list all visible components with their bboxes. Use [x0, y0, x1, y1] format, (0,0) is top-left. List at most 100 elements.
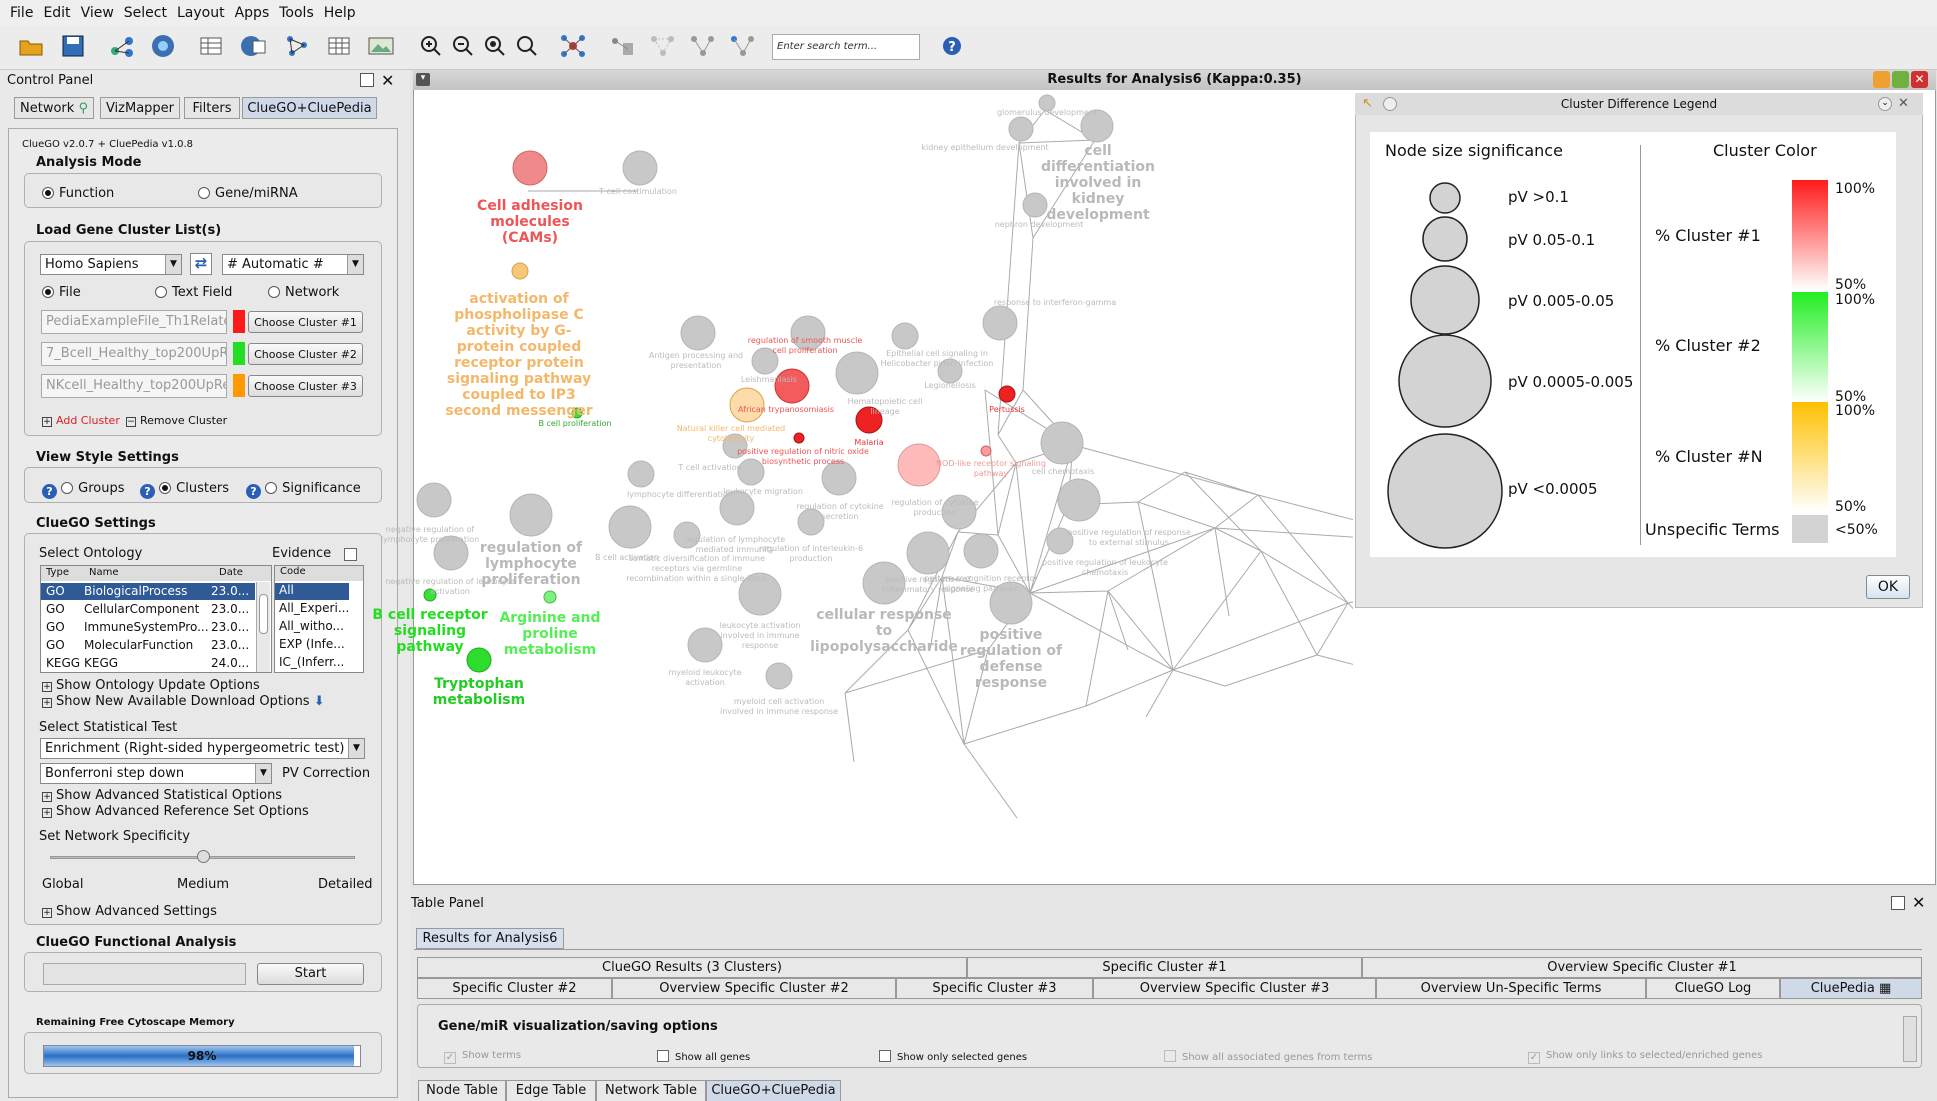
info-icon[interactable]: ? [42, 484, 57, 499]
tab-overview-cluster-2[interactable]: Overview Specific Cluster #2 [612, 978, 896, 999]
tab-overview-cluster-3[interactable]: Overview Specific Cluster #3 [1093, 978, 1376, 999]
start-button[interactable]: Start [257, 963, 364, 985]
network-menu-icon[interactable]: ▾ [416, 73, 430, 86]
cluster-file-2[interactable]: 7_Bcell_Healthy_top200UpReg [41, 342, 227, 366]
significance-radio[interactable]: ? Significance [246, 481, 361, 499]
source-network-radio[interactable]: Network [268, 285, 339, 300]
evidence-code-row[interactable]: All [275, 583, 349, 600]
evidence-checkbox[interactable] [344, 548, 357, 561]
tab-node-table[interactable]: Node Table [418, 1080, 506, 1101]
source-file-radio[interactable]: File [42, 285, 81, 300]
tab-cluego-log[interactable]: ClueGO Log [1646, 978, 1780, 999]
zoom-fit-icon[interactable] [480, 31, 510, 61]
first-neighbors-icon[interactable] [688, 31, 718, 61]
choose-cluster-2-button[interactable]: Choose Cluster #2 [248, 343, 363, 365]
close-window-icon[interactable]: ✕ [1911, 71, 1928, 88]
info-icon[interactable]: ? [140, 484, 155, 499]
tab-specific-cluster-1[interactable]: Specific Cluster #1 [967, 957, 1362, 978]
show-icon[interactable] [648, 31, 678, 61]
lymph-prolif-node[interactable] [509, 493, 553, 537]
menu-help[interactable]: Help [324, 5, 356, 21]
tab-cluego-cluepedia[interactable]: ClueGO+CluePedia [706, 1080, 841, 1101]
pertussis-node[interactable] [998, 385, 1016, 403]
hematopoietic-node[interactable] [835, 351, 879, 395]
search-input[interactable]: Enter search term... [772, 34, 920, 60]
evidence-code-row[interactable]: IC_(Inferr... [275, 655, 349, 672]
function-radio[interactable]: Function [42, 186, 114, 201]
menu-edit[interactable]: Edit [43, 5, 70, 21]
pin-icon[interactable]: ↖ [1362, 96, 1373, 111]
import-network-file-icon[interactable] [108, 31, 138, 61]
close-table-icon[interactable]: ✕ [1912, 893, 1925, 912]
refresh-icon[interactable]: ⇄ [190, 253, 212, 275]
ifng-node[interactable] [982, 305, 1018, 341]
groups-radio[interactable]: ? Groups [42, 481, 125, 499]
show-links-option[interactable]: ✓ Show only links to selected/enriched ge… [1528, 1050, 1762, 1064]
correction-select[interactable]: Bonferroni step down ▼ [40, 763, 272, 784]
show-associated-genes-option[interactable]: Show all associated genes from terms [1164, 1050, 1372, 1063]
tab-overview-unspecific[interactable]: Overview Un-Specific Terms [1376, 978, 1646, 999]
cluster-mode-select[interactable]: # Automatic # ▼ [222, 254, 364, 275]
maximize-icon[interactable] [1892, 71, 1909, 88]
helicobacter-node[interactable] [891, 322, 919, 350]
image-icon[interactable] [366, 31, 396, 61]
import-table-icon[interactable] [196, 31, 226, 61]
open-icon[interactable] [16, 31, 46, 61]
float-panel-icon[interactable] [360, 73, 374, 87]
remove-cluster-button[interactable]: − Remove Cluster [126, 414, 227, 427]
resp-stim-node[interactable] [1057, 478, 1101, 522]
ontology-row[interactable]: GO MolecularFunction 23.0... [41, 637, 255, 654]
myeloid-cell-node[interactable] [765, 662, 793, 690]
menu-file[interactable]: File [10, 5, 33, 21]
ontology-row[interactable]: GO ImmuneSystemPro... 23.0... [41, 619, 255, 636]
choose-cluster-1-button[interactable]: Choose Cluster #1 [248, 311, 363, 333]
antigen-node[interactable] [680, 315, 716, 351]
tab-specific-cluster-2[interactable]: Specific Cluster #2 [417, 978, 612, 999]
zoom-out-icon[interactable] [448, 31, 478, 61]
lymph-diff-node[interactable] [627, 460, 655, 488]
hide-icon[interactable] [608, 31, 638, 61]
nodlike-small-node[interactable] [980, 445, 992, 457]
import-network-db-icon[interactable] [148, 31, 178, 61]
tab-network-table[interactable]: Network Table [596, 1080, 706, 1101]
tab-specific-cluster-3[interactable]: Specific Cluster #3 [896, 978, 1093, 999]
float-table-icon[interactable] [1891, 896, 1905, 910]
ontology-row[interactable]: GO BiologicalProcess 23.0... [41, 583, 255, 600]
tab-filters[interactable]: Filters [184, 97, 240, 119]
organism-select[interactable]: Homo Sapiens ▼ [40, 254, 182, 275]
tab-cluepedia[interactable]: CluePedia ▦ [1780, 978, 1922, 999]
bcell-act-node[interactable] [608, 505, 652, 549]
show-adv-settings[interactable]: + Show Advanced Settings [42, 904, 217, 919]
ok-button[interactable]: OK [1866, 575, 1910, 599]
results-tab[interactable]: Results for Analysis6 [416, 928, 564, 949]
tab-cluego[interactable]: ClueGO+CluePedia [242, 97, 377, 119]
import-table-db-icon[interactable] [238, 31, 268, 61]
cams-node[interactable] [512, 150, 548, 186]
options-scrollbar[interactable] [1903, 1016, 1917, 1062]
neg-lymph-node[interactable] [416, 482, 452, 518]
evidence-code-row[interactable]: EXP (Infe... [275, 637, 349, 654]
minimize-icon[interactable] [1873, 71, 1890, 88]
show-adv-stat[interactable]: + Show Advanced Statistical Options [42, 788, 282, 803]
show-terms-option[interactable]: ✓ Show terms [444, 1050, 521, 1064]
clusters-radio[interactable]: ? Clusters [140, 481, 229, 499]
zoom-selected-icon[interactable] [512, 31, 542, 61]
ontology-row[interactable]: GO CellularComponent 23.0... [41, 601, 255, 618]
layout-icon[interactable] [558, 31, 588, 61]
tab-network[interactable]: Network ⚲ [14, 97, 94, 119]
cluster-file-1[interactable]: PediaExampleFile_Th1Related [41, 310, 227, 334]
tab-cluego-results[interactable]: ClueGO Results (3 Clusters) [417, 957, 967, 978]
evidence-code-row[interactable]: All_witho... [275, 619, 349, 636]
ontology-row[interactable]: KEGG KEGG 24.0... [41, 655, 255, 672]
tab-vizmapper[interactable]: VizMapper [100, 97, 180, 119]
add-cluster-button[interactable]: + Add Cluster [42, 414, 120, 427]
chemotaxis-node[interactable] [1040, 421, 1084, 465]
pattern-node[interactable] [963, 533, 999, 569]
tab-edge-table[interactable]: Edge Table [506, 1080, 596, 1101]
menu-apps[interactable]: Apps [235, 5, 270, 21]
show-download-options[interactable]: + Show New Available Download Options ⬇ [42, 694, 325, 709]
table-icon[interactable] [324, 31, 354, 61]
show-selected-genes-option[interactable]: Show only selected genes [879, 1050, 1027, 1063]
choose-cluster-3-button[interactable]: Choose Cluster #3 [248, 375, 363, 397]
info-icon[interactable]: ? [246, 484, 261, 499]
